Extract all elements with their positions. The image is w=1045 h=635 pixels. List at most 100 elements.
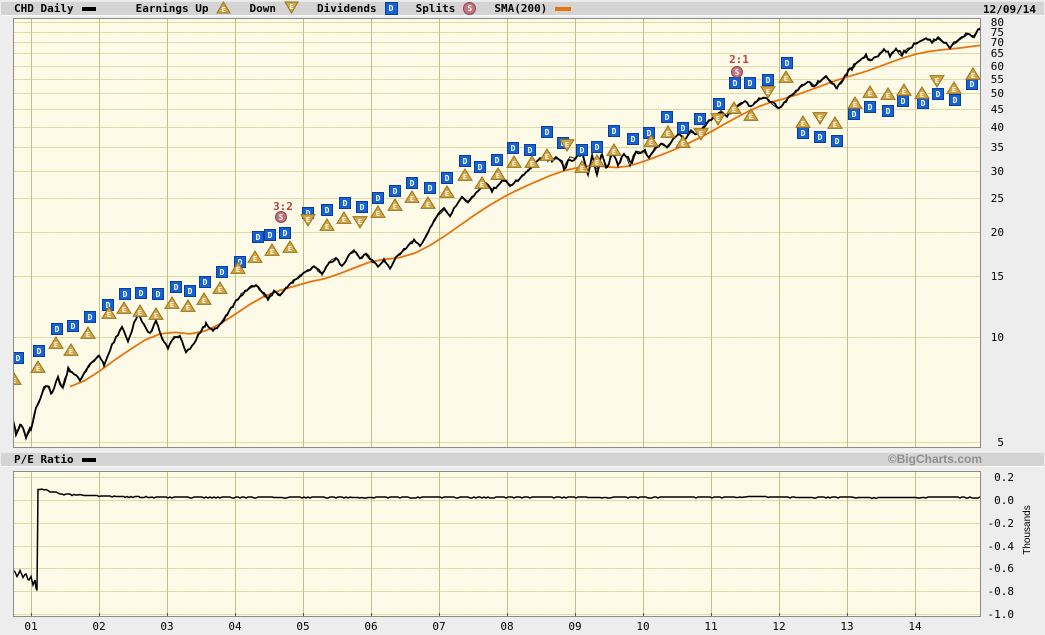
pe-axis-tick: 0.2 bbox=[994, 471, 1014, 484]
dividend-marker: D bbox=[406, 177, 418, 189]
year-axis-tick: 11 bbox=[704, 620, 718, 633]
year-axis-tick: 03 bbox=[160, 620, 174, 633]
dividend-marker: D bbox=[591, 141, 603, 153]
dividend-marker: D bbox=[12, 352, 24, 364]
split-ratio-label: 3:2 bbox=[273, 200, 293, 213]
svg-text:D: D bbox=[921, 99, 926, 108]
svg-text:D: D bbox=[463, 157, 468, 166]
dividend-marker: D bbox=[51, 323, 63, 335]
svg-text:D: D bbox=[88, 313, 93, 322]
svg-text:D: D bbox=[936, 90, 941, 99]
year-axis-tick: 09 bbox=[568, 620, 582, 633]
svg-text:D: D bbox=[55, 325, 60, 334]
svg-text:E: E bbox=[496, 172, 500, 180]
price-axis-tick: 30 bbox=[990, 164, 1004, 178]
dividend-marker: D bbox=[459, 155, 471, 167]
dividend-marker: D bbox=[661, 111, 673, 123]
svg-text:D: D bbox=[835, 137, 840, 146]
svg-text:E: E bbox=[886, 92, 890, 100]
svg-text:S: S bbox=[735, 68, 740, 77]
dividend-marker: D bbox=[170, 281, 182, 293]
svg-text:E: E bbox=[818, 114, 822, 122]
svg-text:D: D bbox=[445, 174, 450, 183]
dividend-marker: D bbox=[949, 94, 961, 106]
svg-text:D: D bbox=[220, 268, 225, 277]
svg-text:E: E bbox=[666, 130, 670, 138]
dividend-marker: D bbox=[199, 276, 211, 288]
svg-text:D: D bbox=[852, 110, 857, 119]
dividend-marker: D bbox=[643, 127, 655, 139]
svg-text:D: D bbox=[766, 76, 771, 85]
dividend-marker: D bbox=[882, 105, 894, 117]
svg-text:E: E bbox=[154, 312, 158, 320]
bigcharts-watermark: ©BigCharts.com bbox=[887, 452, 982, 466]
earnings-up-icon: E bbox=[216, 0, 232, 17]
svg-text:E: E bbox=[236, 266, 240, 274]
svg-text:D: D bbox=[717, 100, 722, 109]
bigcharts-chart: CHD Daily Earnings Up E Down E Dividends… bbox=[0, 0, 1045, 635]
price-axis-tick: 45 bbox=[990, 103, 1004, 117]
svg-text:E: E bbox=[288, 245, 292, 253]
svg-text:E: E bbox=[716, 115, 720, 123]
svg-text:D: D bbox=[376, 194, 381, 203]
svg-text:E: E bbox=[681, 140, 685, 148]
year-axis-tick: 14 bbox=[908, 620, 922, 633]
svg-text:D: D bbox=[268, 231, 273, 240]
svg-text:E: E bbox=[122, 306, 126, 314]
svg-text:D: D bbox=[580, 146, 585, 155]
svg-text:D: D bbox=[325, 206, 330, 215]
svg-text:E: E bbox=[289, 3, 293, 11]
dividend-marker: D bbox=[507, 142, 519, 154]
dividend-marker: D bbox=[119, 288, 131, 300]
dividend-marker: D bbox=[184, 285, 196, 297]
dividend-marker: D bbox=[372, 192, 384, 204]
svg-text:D: D bbox=[360, 203, 365, 212]
dividend-marker: D bbox=[474, 161, 486, 173]
price-axis-tick: 60 bbox=[990, 59, 1004, 73]
pe-ratio-title: P/E Ratio bbox=[14, 453, 74, 466]
svg-text:E: E bbox=[766, 88, 770, 96]
dividend-marker: D bbox=[864, 101, 876, 113]
chart-header-bar: CHD Daily Earnings Up E Down E Dividends… bbox=[1, 0, 1044, 17]
year-axis-tick: 07 bbox=[432, 620, 446, 633]
pe-axis-tick: -0.4 bbox=[987, 539, 1015, 553]
dividend-marker: D bbox=[321, 204, 333, 216]
year-axis-tick: 04 bbox=[228, 620, 242, 633]
svg-text:E: E bbox=[853, 101, 857, 109]
svg-text:D: D bbox=[71, 322, 76, 331]
svg-text:D: D bbox=[495, 156, 500, 165]
svg-text:E: E bbox=[306, 216, 310, 224]
svg-text:E: E bbox=[868, 90, 872, 98]
price-line-swatch-icon bbox=[81, 6, 96, 11]
dividend-marker: D bbox=[814, 131, 826, 143]
svg-text:D: D bbox=[953, 96, 958, 105]
chart-legend: Earnings Up E Down E Dividends D Splits … bbox=[136, 0, 572, 17]
pe-ratio-header-bar: P/E Ratio ©BigCharts.com bbox=[1, 452, 1044, 467]
svg-text:E: E bbox=[410, 195, 414, 203]
svg-text:D: D bbox=[410, 179, 415, 188]
svg-text:D: D bbox=[478, 163, 483, 172]
dividend-marker: D bbox=[441, 172, 453, 184]
price-chart-plot: DDDDDDDDDDDDDDDDDDDDDDDDDDDDDDDDDDDDDDDD… bbox=[0, 17, 1045, 452]
split-ratio-label: 2:1 bbox=[729, 53, 749, 66]
year-axis-tick: 13 bbox=[840, 620, 854, 633]
year-axis-tick: 02 bbox=[92, 620, 106, 633]
dividend-marker: D bbox=[389, 185, 401, 197]
year-axis-tick: 06 bbox=[364, 620, 378, 633]
svg-text:E: E bbox=[649, 139, 653, 147]
dividend-marker: D bbox=[84, 311, 96, 323]
dividend-marker: D bbox=[152, 288, 164, 300]
svg-text:E: E bbox=[358, 218, 362, 226]
svg-text:E: E bbox=[202, 297, 206, 305]
svg-text:E: E bbox=[270, 248, 274, 256]
dividend-marker: D bbox=[135, 287, 147, 299]
dividend-marker: D bbox=[608, 125, 620, 137]
dividend-marker: D bbox=[252, 231, 264, 243]
svg-text:D: D bbox=[511, 144, 516, 153]
svg-text:D: D bbox=[203, 278, 208, 287]
dividend-marker: D bbox=[541, 126, 553, 138]
earnings-down-icon: E bbox=[284, 0, 299, 17]
price-chart-svg: DDD DDDD D DD DDDDD D DD DD DDDDDDDDDD DDD DDDDDDD… bbox=[0, 17, 1045, 449]
svg-text:D: D bbox=[631, 135, 636, 144]
svg-text:E: E bbox=[393, 203, 397, 211]
